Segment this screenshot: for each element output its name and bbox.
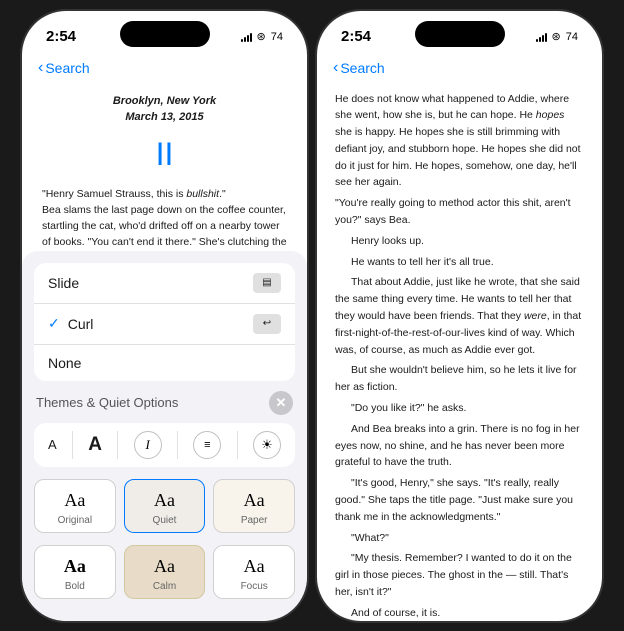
status-bar-right: 2:54 ⊛ 74 [317,11,602,55]
font-sep-4 [237,431,238,459]
theme-card-focus[interactable]: Aa Focus [213,545,295,599]
right-para-1: He does not know what happened to Addie,… [335,91,584,192]
transition-curl[interactable]: ✓ Curl ↩ [34,304,295,345]
theme-label-bold: Bold [65,581,85,592]
book-header: Brooklyn, New York March 13, 2015 II [42,93,287,178]
status-time-left: 2:54 [46,28,76,45]
back-button-right[interactable]: ‹ Search [333,59,385,77]
right-para-2: "You're really going to method actor thi… [335,195,584,229]
back-button-left[interactable]: ‹ Search [38,59,90,77]
nav-bar-right: ‹ Search [317,55,602,85]
theme-label-calm: Calm [153,581,176,592]
font-list-icon[interactable]: ≡ [193,431,221,459]
right-para-7: "Do you like it?" he asks. [335,400,584,417]
font-sep-3 [177,431,178,459]
transition-slide[interactable]: Slide ▤ [34,263,295,304]
theme-aa-quiet: Aa [154,490,175,511]
font-small-a[interactable]: A [48,437,57,452]
signal-icon [241,32,252,42]
signal-icon-right [536,32,547,42]
status-time-right: 2:54 [341,28,371,45]
transition-options: Slide ▤ ✓ Curl ↩ None [34,263,295,381]
theme-label-quiet: Quiet [153,515,177,526]
right-para-12: And of course, it is. [335,605,584,621]
status-bar-left: 2:54 ⊛ 74 [22,11,307,55]
theme-aa-focus: Aa [244,556,265,577]
brightness-icon[interactable]: ☀ [253,431,281,459]
status-icons-left: ⊛ 74 [241,30,283,43]
right-para-8: And Bea breaks into a grin. There is no … [335,421,584,471]
theme-card-bold[interactable]: Aa Bold [34,545,116,599]
wifi-icon-right: ⊛ [552,30,561,43]
phones-container: 2:54 ⊛ 74 ‹ Search [22,11,602,621]
close-button[interactable]: ✕ [269,391,293,415]
right-para-4: He wants to tell her it's all true. [335,254,584,271]
wifi-icon: ⊛ [257,30,266,43]
back-label-left: Search [45,60,89,76]
curl-check: ✓ [48,315,60,332]
theme-aa-paper: Aa [244,490,265,511]
font-large-a[interactable]: A [88,434,102,456]
theme-card-paper[interactable]: Aa Paper [213,479,295,533]
nav-bar-left: ‹ Search [22,55,307,85]
themes-label: Themes & Quiet Options [36,395,178,410]
transition-none[interactable]: None [34,345,295,381]
theme-aa-calm: Aa [154,556,175,577]
back-label-right: Search [340,60,384,76]
bottom-panel: Slide ▤ ✓ Curl ↩ None [22,251,307,621]
right-para-6: But she wouldn't believe him, so he lets… [335,362,584,396]
back-chevron-right: ‹ [333,59,338,77]
theme-label-paper: Paper [241,515,268,526]
book-content-right: He does not know what happened to Addie,… [317,85,602,621]
theme-label-original: Original [58,515,92,526]
right-para-11: "My thesis. Remember? I wanted to do it … [335,550,584,600]
right-para-5: That about Addie, just like he wrote, th… [335,274,584,358]
status-icons-right: ⊛ 74 [536,30,578,43]
curl-icon: ↩ [253,314,281,334]
slide-label: Slide [48,275,79,291]
font-controls: A A I ≡ ☀ [34,423,295,467]
font-sep-1 [72,431,73,459]
right-para-9: "It's good, Henry," she says. "It's real… [335,475,584,525]
right-para-10: "What?" [335,530,584,547]
battery-level-right: 74 [566,31,578,43]
font-sep-2 [117,431,118,459]
back-chevron-left: ‹ [38,59,43,77]
theme-label-focus: Focus [241,581,268,592]
battery-level-left: 74 [271,31,283,43]
theme-aa-bold: Aa [64,556,86,577]
theme-aa-original: Aa [64,490,85,511]
themes-header: Themes & Quiet Options ✕ [22,387,307,417]
right-para-3: Henry looks up. [335,233,584,250]
theme-card-quiet[interactable]: Aa Quiet [124,479,206,533]
right-phone: 2:54 ⊛ 74 ‹ Search [317,11,602,621]
left-phone: 2:54 ⊛ 74 ‹ Search [22,11,307,621]
theme-card-calm[interactable]: Aa Calm [124,545,206,599]
book-chapter: II [42,130,287,178]
font-style-icon[interactable]: I [134,431,162,459]
slide-icon: ▤ [253,273,281,293]
book-location: Brooklyn, New York March 13, 2015 [42,93,287,126]
curl-label: Curl [68,316,94,332]
theme-card-original[interactable]: Aa Original [34,479,116,533]
theme-cards-row-2: Aa Bold Aa Calm Aa Focus [22,539,307,605]
theme-cards-row-1: Aa Original Aa Quiet Aa Paper [22,473,307,539]
none-label: None [48,355,81,371]
